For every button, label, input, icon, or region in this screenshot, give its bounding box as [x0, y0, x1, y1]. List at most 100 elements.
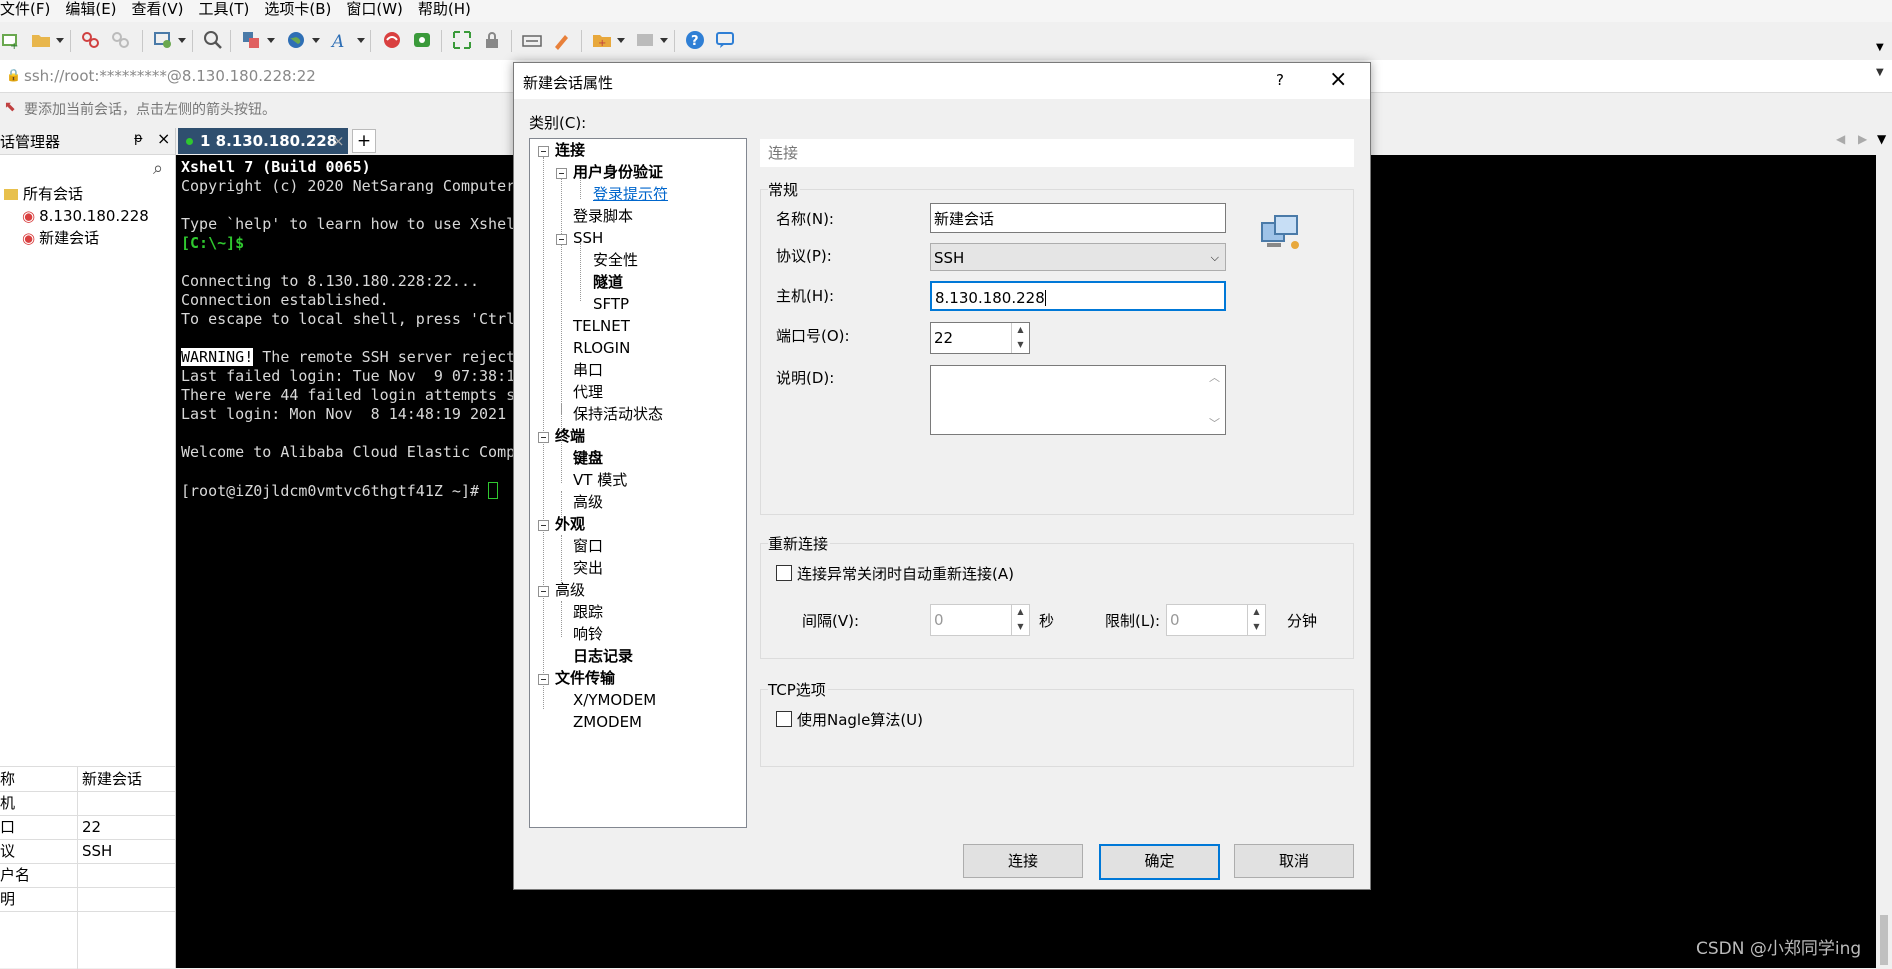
protocol-select[interactable]: SSH ⌵ — [930, 243, 1226, 271]
pin-icon[interactable]: ᵽ — [134, 131, 143, 146]
tree-item-trace[interactable]: 跟踪 — [573, 601, 603, 623]
nagle-checkbox[interactable] — [776, 711, 792, 727]
highlight-icon[interactable] — [551, 29, 573, 51]
chevron-down-icon[interactable]: ▼ — [1876, 67, 1884, 78]
tab-session[interactable]: 1 8.130.180.228 × — [178, 128, 348, 154]
add-tab-button[interactable]: + — [352, 129, 376, 153]
new-session-icon[interactable]: + — [0, 29, 22, 52]
tree-item-telnet[interactable]: TELNET — [573, 315, 630, 337]
chevron-down-icon[interactable] — [56, 38, 64, 43]
close-icon[interactable]: × — [1329, 67, 1347, 92]
chevron-down-icon[interactable] — [267, 38, 275, 43]
tree-item-file-transfer[interactable]: 文件传输 — [555, 667, 615, 689]
menu-file[interactable]: 文件(F) — [0, 0, 57, 22]
menu-edit[interactable]: 编辑(E) — [65, 0, 123, 22]
spin-down-icon[interactable]: ▼ — [1012, 620, 1029, 635]
terminal-scrollbar[interactable] — [1876, 155, 1892, 968]
xftp-icon[interactable] — [381, 29, 403, 51]
tab-close-icon[interactable]: × — [332, 128, 345, 154]
chevron-down-icon[interactable]: ▼ — [1877, 132, 1886, 146]
session-item[interactable]: ◉ 新建会话 — [22, 227, 99, 249]
menu-view[interactable]: 查看(V) — [132, 0, 191, 22]
close-icon[interactable]: × — [157, 129, 170, 148]
collapse-icon[interactable] — [538, 586, 549, 597]
tree-item-auth[interactable]: 用户身份验证 — [573, 161, 663, 183]
font-icon[interactable]: A — [330, 29, 352, 52]
lock-icon[interactable] — [481, 29, 503, 51]
ok-button[interactable]: 确定 — [1099, 844, 1220, 880]
tree-item-terminal[interactable]: 终端 — [555, 425, 585, 447]
xmanager-icon[interactable] — [411, 29, 433, 51]
connect-button[interactable]: 连接 — [963, 844, 1083, 878]
spin-down-icon[interactable]: ▼ — [1248, 620, 1265, 635]
name-field[interactable]: 新建会话 — [930, 203, 1226, 233]
interval-spinner[interactable]: ▲ ▼ — [1011, 605, 1029, 635]
layout-icon[interactable] — [634, 29, 656, 51]
spin-up-icon[interactable]: ▲ — [1012, 323, 1029, 338]
chevron-down-icon[interactable] — [617, 38, 625, 43]
cancel-button[interactable]: 取消 — [1234, 844, 1354, 878]
tree-item-advanced[interactable]: 高级 — [555, 579, 585, 601]
spin-up-icon[interactable]: ▲ — [1012, 605, 1029, 620]
chevron-down-icon[interactable] — [660, 38, 668, 43]
collapse-icon[interactable] — [538, 520, 549, 531]
search-icon[interactable] — [202, 29, 224, 51]
search-icon[interactable]: ⌕ — [153, 158, 163, 179]
tree-item-security[interactable]: 安全性 — [593, 249, 638, 271]
chevron-down-icon[interactable]: ﹀ — [1209, 415, 1220, 431]
tab-scroll-left-icon[interactable]: ◀ — [1836, 132, 1845, 146]
properties-icon[interactable] — [240, 29, 262, 51]
collapse-icon[interactable] — [538, 432, 549, 443]
chevron-down-icon[interactable] — [178, 38, 186, 43]
limit-field[interactable]: 0 ▲ ▼ — [1166, 604, 1266, 636]
chevron-up-icon[interactable]: ︿ — [1209, 369, 1220, 385]
chevron-down-icon[interactable]: ▼ — [1876, 42, 1884, 53]
tree-item-sftp[interactable]: SFTP — [593, 293, 629, 315]
tree-item-bell[interactable]: 响铃 — [573, 623, 603, 645]
port-spinner[interactable]: ▲ ▼ — [1011, 323, 1029, 353]
tree-item-vt-mode[interactable]: VT 模式 — [573, 469, 627, 491]
keyboard-icon[interactable] — [521, 29, 543, 51]
menu-tools[interactable]: 工具(T) — [199, 0, 257, 22]
menu-window[interactable]: 窗口(W) — [346, 0, 410, 22]
chevron-down-icon[interactable] — [357, 38, 365, 43]
tree-item-login-prompts[interactable]: 登录提示符 — [593, 183, 668, 205]
menu-tabs[interactable]: 选项卡(B) — [264, 0, 338, 22]
tree-item-logging[interactable]: 日志记录 — [573, 645, 633, 667]
host-field[interactable]: 8.130.180.228 — [930, 281, 1226, 311]
tree-item-ssh[interactable]: SSH — [573, 227, 603, 249]
help-icon[interactable]: ? — [684, 29, 706, 51]
chat-icon[interactable] — [714, 29, 736, 51]
tree-item-appearance[interactable]: 外观 — [555, 513, 585, 535]
menu-help[interactable]: 帮助(H) — [418, 0, 478, 22]
reconnect-icon[interactable] — [152, 29, 174, 51]
session-item[interactable]: ◉ 8.130.180.228 — [22, 205, 149, 227]
limit-spinner[interactable]: ▲ ▼ — [1247, 605, 1265, 635]
tab-scroll-right-icon[interactable]: ▶ — [1858, 132, 1867, 146]
scrollbar-thumb[interactable] — [1880, 915, 1888, 965]
interval-field[interactable]: 0 ▲ ▼ — [930, 604, 1030, 636]
session-root[interactable]: 所有会话 — [4, 183, 83, 205]
port-field[interactable]: 22 ▲ ▼ — [930, 322, 1030, 354]
tree-item-rlogin[interactable]: RLOGIN — [573, 337, 630, 359]
spin-down-icon[interactable]: ▼ — [1012, 338, 1029, 353]
tree-item-keepalive[interactable]: 保持活动状态 — [573, 403, 663, 425]
tree-item-highlight[interactable]: 突出 — [573, 557, 603, 579]
auto-reconnect-checkbox[interactable] — [776, 565, 792, 581]
arrow-icon[interactable]: ⬉ — [4, 99, 16, 115]
spin-up-icon[interactable]: ▲ — [1248, 605, 1265, 620]
tree-item-window[interactable]: 窗口 — [573, 535, 603, 557]
chevron-down-icon[interactable] — [312, 38, 320, 43]
collapse-icon[interactable] — [538, 674, 549, 685]
collapse-icon[interactable] — [556, 168, 567, 179]
globe-icon[interactable] — [285, 29, 307, 51]
disconnect-icon[interactable] — [110, 29, 132, 51]
tree-item-connection[interactable]: 连接 — [555, 139, 585, 161]
help-button[interactable]: ? — [1276, 71, 1284, 89]
tree-item-zmodem[interactable]: ZMODEM — [573, 711, 642, 733]
collapse-icon[interactable] — [538, 146, 549, 157]
tree-item-serial[interactable]: 串口 — [573, 359, 603, 381]
desc-field[interactable] — [930, 365, 1226, 435]
tree-item-login-script[interactable]: 登录脚本 — [573, 205, 633, 227]
collapse-icon[interactable] — [556, 234, 567, 245]
